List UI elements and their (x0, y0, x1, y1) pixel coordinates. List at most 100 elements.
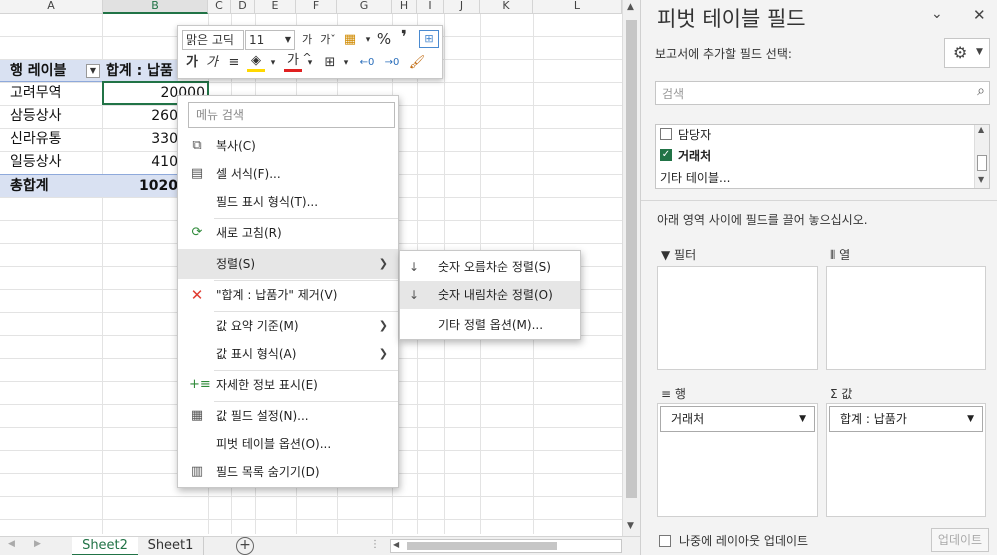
pivot-row-label-header[interactable]: 행 레이블 (10, 60, 66, 82)
column-header-l[interactable]: L (533, 0, 622, 14)
column-header-a[interactable]: A (0, 0, 103, 14)
tab-scroll-right-icon[interactable]: ▶ (34, 539, 41, 549)
chevron-down-icon[interactable]: ▾ (363, 31, 373, 49)
hscroll-thumb[interactable] (407, 542, 557, 550)
pivot-row-label[interactable]: 삼등상사 (10, 105, 62, 127)
font-name-combobox[interactable]: 맑은 고딕 (182, 30, 244, 50)
pivot-value-header[interactable]: 합계 : 납품 (106, 60, 178, 82)
scroll-down-icon[interactable]: ▼ (978, 175, 984, 184)
pivot-row-value[interactable]: 260 (104, 105, 178, 127)
pivot-row-label[interactable]: 고려무역 (10, 82, 62, 104)
menu-item-value-field-settings[interactable]: ▦ 값 필드 설정(N)... (178, 401, 398, 431)
column-header-h[interactable]: H (392, 0, 417, 14)
chevron-down-icon[interactable]: ▾ (268, 54, 278, 72)
chevron-down-icon[interactable]: ⌄ (931, 6, 943, 22)
columns-area-header: ⦀ 열 (830, 248, 851, 262)
increase-decimal-icon[interactable]: ←0 (356, 54, 378, 72)
menu-item-sort[interactable]: 정렬(S) ❯ (178, 249, 398, 279)
pivot-total-value[interactable]: 1020 (104, 175, 178, 197)
align-center-icon[interactable]: ≡ (225, 54, 243, 72)
filter-drop-zone[interactable] (657, 266, 818, 370)
column-header-b[interactable]: B (103, 0, 208, 14)
tab-scroll-left-icon[interactable]: ◀ (8, 539, 15, 549)
field-label[interactable]: 거래처 (678, 147, 711, 164)
field-list-scrollbar[interactable]: ▲ ▼ (974, 125, 989, 188)
chevron-down-icon[interactable]: ▾ (305, 54, 315, 72)
more-tables-link[interactable]: 기타 테이블... (660, 169, 730, 186)
horizontal-scrollbar[interactable]: ◀ (390, 539, 622, 553)
column-header-c[interactable]: C (208, 0, 231, 14)
scrollbar-thumb[interactable] (977, 155, 987, 171)
field-checkbox-vendor[interactable]: ✓ (660, 149, 672, 161)
tools-gear-button[interactable]: ⚙ ▼ (944, 38, 990, 68)
menu-item-number-format[interactable]: 필드 표시 형식(T)... (178, 187, 398, 217)
menu-item-hide-field-list[interactable]: ▥ 필드 목록 숨기기(D) (178, 457, 398, 487)
pivot-row-label[interactable]: 신라유통 (10, 128, 62, 150)
fill-color-icon[interactable]: ◈ (247, 54, 265, 72)
grow-font-button[interactable]: 가^ (298, 31, 316, 64)
columns-drop-zone[interactable] (826, 266, 986, 370)
tab-splitter-icon[interactable]: ⋮ (370, 539, 380, 550)
column-header-g[interactable]: G (337, 0, 392, 14)
pivot-row-value[interactable]: 330 (104, 128, 178, 150)
menu-search-input[interactable]: 메뉴 검색 (188, 102, 395, 128)
column-header-j[interactable]: J (444, 0, 480, 14)
chevron-down-icon[interactable]: ▾ (341, 54, 351, 72)
italic-button[interactable]: 가 (203, 54, 221, 72)
menu-item-format-cells[interactable]: ▤ 셀 서식(F)... (178, 159, 398, 189)
decrease-decimal-icon[interactable]: →0 (381, 54, 403, 72)
hscroll-left-icon[interactable]: ◀ (393, 540, 399, 549)
defer-update-checkbox[interactable] (659, 535, 671, 547)
pivot-total-label[interactable]: 총합계 (10, 175, 49, 197)
column-header-d[interactable]: D (231, 0, 255, 14)
field-search-input[interactable]: 검색 ⌕ (655, 81, 990, 105)
field-checkbox-manager[interactable] (660, 128, 672, 140)
menu-item-pivot-options[interactable]: 피벗 테이블 옵션(O)... (178, 429, 398, 459)
column-header-i[interactable]: I (417, 0, 444, 14)
row-label-filter-dropdown[interactable]: ▼ (86, 64, 100, 78)
accounting-format-icon[interactable]: ▦ (340, 31, 360, 49)
scroll-up-icon[interactable]: ▲ (978, 125, 984, 134)
field-label[interactable]: 담당자 (678, 126, 711, 143)
scroll-up-icon[interactable]: ▲ (627, 2, 634, 12)
column-header-f[interactable]: F (296, 0, 337, 14)
update-button[interactable]: 업데이트 (931, 528, 989, 552)
sheet-tab-sheet1[interactable]: Sheet1 (138, 537, 204, 555)
column-header-bar[interactable]: A B C D E F G H I J K L (0, 0, 622, 14)
sort-ascending-item[interactable]: ↓ 숫자 오름차순 정렬(S) (400, 253, 580, 281)
columns-icon: ⦀ (830, 248, 840, 262)
values-drop-zone[interactable]: 합계 : 납품가 ▼ (826, 403, 986, 517)
shrink-font-button[interactable]: 가ˇ (319, 31, 337, 49)
add-sheet-icon[interactable]: + (236, 537, 254, 555)
column-header-e[interactable]: E (255, 0, 296, 14)
menu-item-show-details[interactable]: +≡ 자세한 정보 표시(E) (178, 370, 398, 400)
pane-title: 피벗 테이블 필드 (657, 7, 806, 31)
sort-descending-item[interactable]: ↓ 숫자 내림차순 정렬(O) (400, 281, 580, 309)
comma-style-icon[interactable]: ❜ (397, 29, 411, 47)
menu-item-copy[interactable]: ⧉ 복사(C) (178, 131, 398, 161)
menu-item-remove-field[interactable]: ✕ "합계 : 납품가" 제거(V) (178, 280, 398, 310)
values-field-pill[interactable]: 합계 : 납품가 ▼ (829, 406, 983, 432)
pivot-row-value[interactable]: 410 (104, 151, 178, 173)
column-header-k[interactable]: K (480, 0, 533, 14)
field-list: 담당자 ✓ 거래처 기타 테이블... ▲ ▼ (655, 124, 990, 189)
rows-drop-zone[interactable]: 거래처 ▼ (657, 403, 818, 517)
borders-icon[interactable]: ⊞ (321, 54, 339, 72)
pivot-row-label[interactable]: 일등상사 (10, 151, 62, 173)
menu-item-show-values-as[interactable]: 값 표시 형식(A) ❯ (178, 339, 398, 369)
format-painter-icon[interactable]: 🖌 (407, 54, 427, 72)
vertical-scrollbar[interactable]: ▲ ▼ (622, 0, 640, 536)
close-icon[interactable]: ✕ (973, 6, 986, 24)
bold-button[interactable]: 가 (183, 54, 201, 72)
merge-center-icon[interactable]: ⊞ (419, 30, 439, 48)
more-sort-options-item[interactable]: 기타 정렬 옵션(M)... (400, 311, 580, 339)
rows-field-pill[interactable]: 거래처 ▼ (660, 406, 815, 432)
menu-item-refresh[interactable]: ⟳ 새로 고침(R) (178, 218, 398, 248)
percent-style-icon[interactable]: % (375, 30, 393, 48)
scroll-down-icon[interactable]: ▼ (627, 521, 634, 531)
scrollbar-thumb[interactable] (626, 20, 637, 498)
menu-item-summarize-by[interactable]: 값 요약 기준(M) ❯ (178, 311, 398, 341)
sheet-tab-sheet2[interactable]: Sheet2 (72, 537, 138, 555)
font-color-button[interactable]: 가 (284, 54, 302, 72)
font-size-combobox[interactable]: 11 ▼ (245, 30, 295, 50)
